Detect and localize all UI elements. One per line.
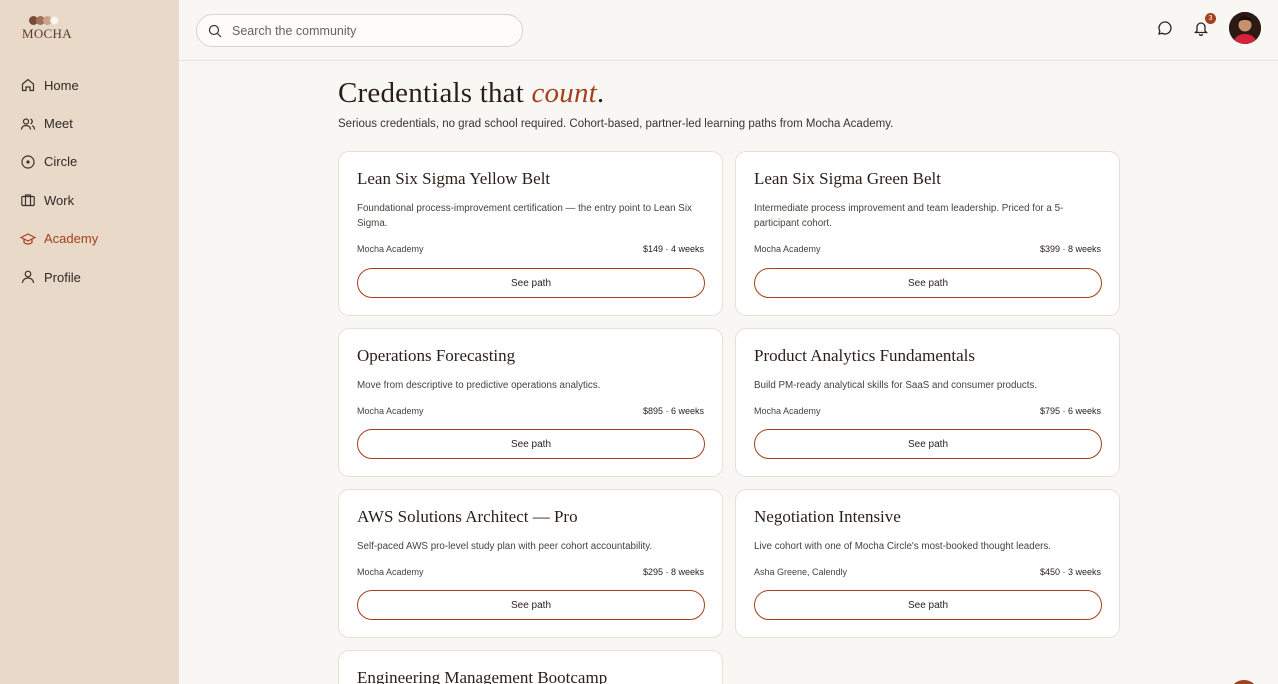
course-meta: Mocha Academy $399 · 8 weeks	[754, 244, 1101, 254]
course-meta: Asha Greene, Calendly $450 · 3 weeks	[754, 567, 1101, 577]
page-title: Credentials that count.	[338, 77, 605, 109]
course-description: Foundational process-improvement certifi…	[357, 203, 692, 229]
course-description: Intermediate process improvement and tea…	[754, 203, 1064, 229]
sidebar-nav: Home Meet Circle Work Academy Profile	[20, 66, 98, 296]
course-price-duration: $895 · 6 weeks	[642, 406, 704, 416]
course-price-duration: $149 · 4 weeks	[642, 244, 704, 254]
notification-badge: 3	[1205, 13, 1216, 24]
course-price-duration: $450 · 3 weeks	[1039, 567, 1101, 577]
course-meta: Mocha Academy $149 · 4 weeks	[357, 244, 704, 254]
course-title: Operations Forecasting	[357, 346, 516, 365]
course-description: Move from descriptive to predictive oper…	[357, 380, 601, 391]
course-provider: Mocha Academy	[754, 406, 821, 416]
course-provider: Mocha Academy	[357, 406, 424, 416]
sidebar-item-label: Academy	[44, 231, 99, 247]
page-subtitle: Serious credentials, no grad school requ…	[338, 118, 894, 130]
logo-text: MOCHA	[22, 26, 72, 41]
course-card: Product Analytics Fundamentals Build PM-…	[735, 328, 1120, 477]
sidebar-item-work[interactable]: Work	[20, 181, 98, 219]
course-description: Build PM-ready analytical skills for Saa…	[754, 380, 1038, 391]
circle-dot-icon	[20, 154, 36, 170]
logo[interactable]: MOCHA	[22, 16, 72, 42]
floating-action-button[interactable]	[1229, 680, 1259, 684]
sidebar: MOCHA Home Meet Circle Work Academy Prof…	[0, 0, 179, 684]
course-card: AWS Solutions Architect — Pro Self-paced…	[338, 489, 723, 638]
sidebar-item-circle[interactable]: Circle	[20, 143, 98, 181]
course-title: Lean Six Sigma Yellow Belt	[357, 169, 551, 188]
course-meta: Mocha Academy $295 · 8 weeks	[357, 567, 704, 577]
course-price-duration: $795 · 6 weeks	[1039, 406, 1101, 416]
course-meta: Mocha Academy $895 · 6 weeks	[357, 406, 704, 416]
course-meta: Mocha Academy $795 · 6 weeks	[754, 406, 1101, 416]
search-input[interactable]	[232, 23, 522, 38]
see-path-button[interactable]: See path	[754, 429, 1102, 459]
sidebar-item-home[interactable]: Home	[20, 66, 98, 104]
course-card: Operations Forecasting Move from descrip…	[338, 328, 723, 477]
top-actions: 3	[1157, 12, 1262, 44]
sidebar-item-label: Home	[44, 77, 79, 93]
users-icon	[20, 116, 36, 132]
sidebar-item-profile[interactable]: Profile	[20, 258, 98, 296]
course-card: Lean Six Sigma Green Belt Intermediate p…	[735, 151, 1120, 316]
sidebar-item-academy[interactable]: Academy	[20, 220, 98, 258]
course-provider: Asha Greene, Calendly	[754, 567, 848, 577]
briefcase-icon	[20, 192, 36, 208]
course-card: Negotiation Intensive Live cohort with o…	[735, 489, 1120, 638]
graduation-cap-icon	[20, 231, 36, 247]
search-box[interactable]	[196, 14, 523, 47]
see-path-button[interactable]: See path	[357, 590, 705, 620]
sidebar-item-label: Work	[44, 192, 75, 208]
see-path-button[interactable]: See path	[754, 268, 1102, 298]
sidebar-item-label: Meet	[44, 116, 73, 132]
course-title: Engineering Management Bootcamp	[357, 668, 608, 684]
course-description: Live cohort with one of Mocha Circle's m…	[754, 541, 1052, 552]
course-provider: Mocha Academy	[357, 244, 424, 254]
course-title: Product Analytics Fundamentals	[754, 346, 975, 365]
sidebar-item-meet[interactable]: Meet	[20, 104, 98, 142]
top-bar: 3	[179, 0, 1278, 61]
course-title: AWS Solutions Architect — Pro	[357, 507, 578, 526]
sidebar-item-label: Profile	[44, 269, 81, 285]
user-icon	[20, 269, 36, 285]
course-description: Self-paced AWS pro-level study plan with…	[357, 541, 653, 552]
see-path-button[interactable]: See path	[357, 268, 705, 298]
see-path-button[interactable]: See path	[754, 590, 1102, 620]
avatar[interactable]	[1229, 12, 1261, 44]
sidebar-item-label: Circle	[44, 154, 78, 170]
course-card: Engineering Management Bootcamp	[338, 650, 723, 684]
course-provider: Mocha Academy	[754, 244, 821, 254]
chat-icon[interactable]	[1157, 20, 1173, 36]
course-title: Negotiation Intensive	[754, 507, 901, 526]
search-icon	[208, 24, 222, 38]
logo-mark	[29, 16, 72, 25]
course-price-duration: $399 · 8 weeks	[1039, 244, 1101, 254]
see-path-button[interactable]: See path	[357, 429, 705, 459]
home-icon	[20, 77, 36, 93]
notifications-button[interactable]: 3	[1193, 13, 1216, 36]
course-card: Lean Six Sigma Yellow Belt Foundational …	[338, 151, 723, 316]
course-price-duration: $295 · 8 weeks	[642, 567, 704, 577]
course-title: Lean Six Sigma Green Belt	[754, 169, 941, 188]
course-provider: Mocha Academy	[357, 567, 424, 577]
